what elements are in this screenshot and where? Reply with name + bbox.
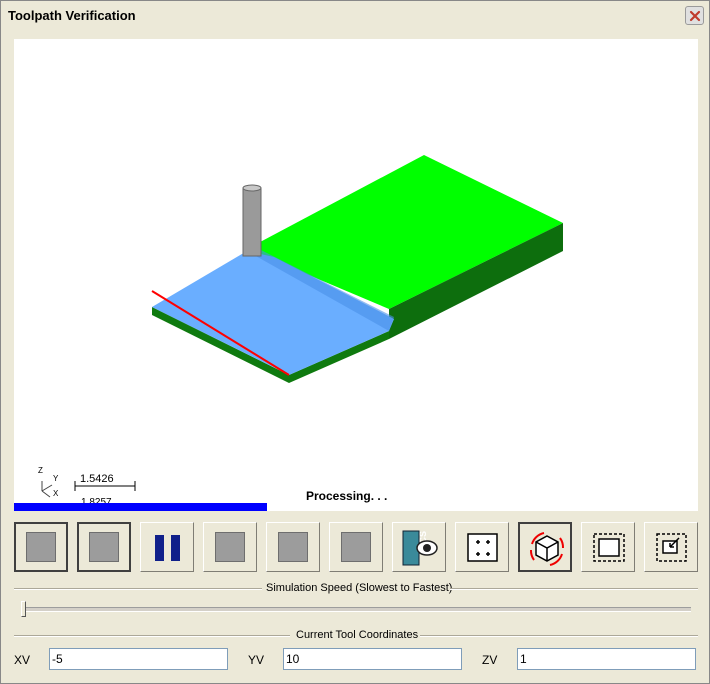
xv-field[interactable] bbox=[49, 648, 228, 670]
wcs-view-button[interactable]: WCS bbox=[392, 522, 446, 572]
end-button[interactable] bbox=[329, 522, 383, 572]
tool-coordinates-group: Current Tool Coordinates bbox=[14, 629, 698, 643]
yv-label: YV bbox=[248, 653, 265, 667]
scale-value: 1.5426 bbox=[80, 473, 114, 485]
square-icon bbox=[89, 532, 119, 562]
zoom-out-icon bbox=[656, 533, 687, 562]
close-icon bbox=[689, 10, 701, 22]
zoom-window-button[interactable] bbox=[581, 522, 635, 572]
square-icon bbox=[341, 532, 371, 562]
stop-button[interactable] bbox=[14, 522, 68, 572]
tool-top bbox=[242, 184, 262, 192]
zoom-out-button[interactable] bbox=[644, 522, 698, 572]
progress-bar bbox=[14, 503, 267, 511]
simulation-speed-track[interactable] bbox=[21, 607, 691, 612]
axis-y-label: Y bbox=[53, 474, 59, 483]
xv-label: XV bbox=[14, 653, 31, 667]
title-bar[interactable]: Toolpath Verification bbox=[1, 1, 709, 29]
pause-button[interactable] bbox=[140, 522, 194, 572]
toolpath-verification-window: Toolpath Verification Z Y X 1.5426 1.825… bbox=[0, 0, 710, 684]
rotate-cube-icon bbox=[530, 532, 564, 566]
close-button[interactable] bbox=[685, 6, 704, 25]
rotate-view-button[interactable] bbox=[518, 522, 572, 572]
axis-x-label: X bbox=[53, 489, 59, 498]
zv-field[interactable] bbox=[517, 648, 696, 670]
simulation-speed-thumb[interactable] bbox=[21, 601, 26, 617]
fit-view-button[interactable] bbox=[455, 522, 509, 572]
zv-label: ZV bbox=[482, 653, 498, 667]
step-back-button[interactable] bbox=[77, 522, 131, 572]
stock-model: Z Y X bbox=[38, 155, 563, 498]
yv-field[interactable] bbox=[283, 648, 462, 670]
axis-triad-icon bbox=[41, 481, 53, 498]
verification-viewport[interactable]: Z Y X bbox=[14, 39, 698, 511]
cutting-tool bbox=[242, 187, 262, 257]
pause-icon bbox=[155, 535, 180, 561]
tool-coordinates-label: Current Tool Coordinates bbox=[296, 629, 419, 641]
step-forward-button[interactable] bbox=[266, 522, 320, 572]
square-icon bbox=[278, 532, 308, 562]
fit-icon bbox=[467, 533, 498, 562]
square-icon bbox=[215, 532, 245, 562]
zoom-window-icon bbox=[593, 533, 625, 562]
wcs-eye-icon: WCS bbox=[402, 530, 438, 566]
step-button[interactable] bbox=[203, 522, 257, 572]
simulation-speed-label: Simulation Speed (Slowest to Fastest) bbox=[266, 582, 453, 594]
window-title: Toolpath Verification bbox=[8, 8, 136, 23]
axis-z-label: Z bbox=[38, 466, 43, 475]
simulation-speed-group: Simulation Speed (Slowest to Fastest) bbox=[14, 582, 698, 596]
square-icon bbox=[26, 532, 56, 562]
processing-status: Processing. . . bbox=[306, 489, 388, 503]
